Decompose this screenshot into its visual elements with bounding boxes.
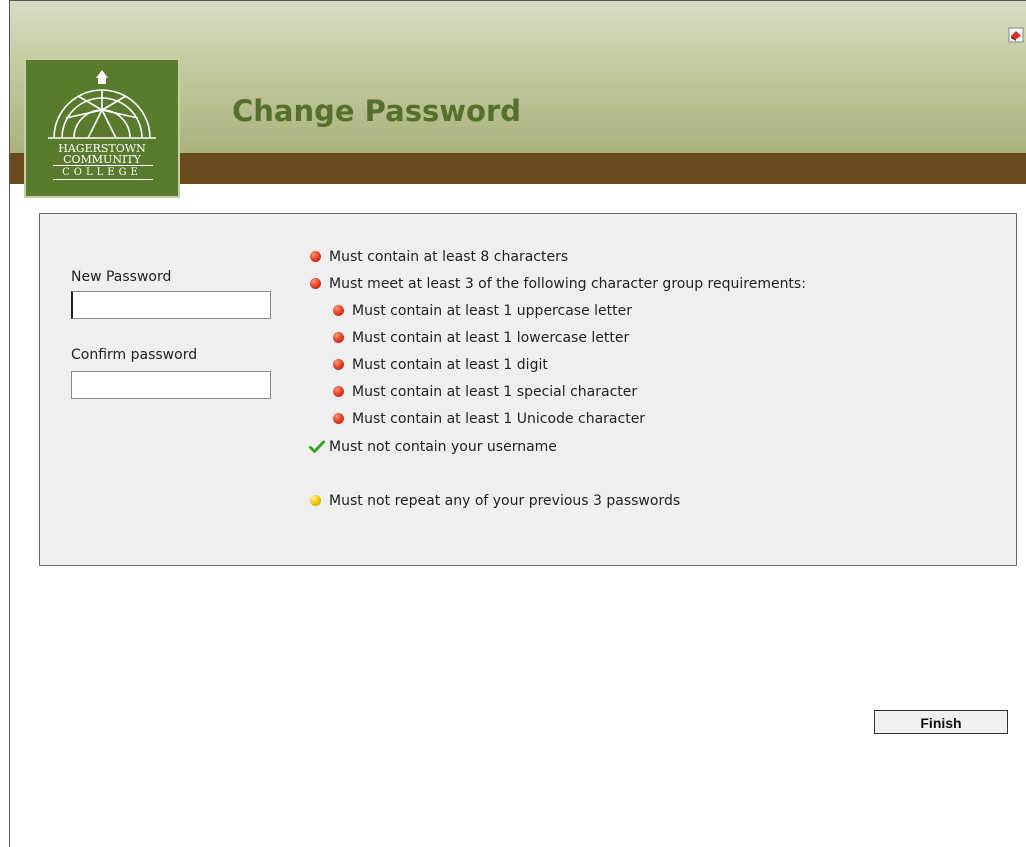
red-status-dot-icon xyxy=(309,247,325,267)
page-title: Change Password xyxy=(232,94,522,128)
requirement-item: Must not contain your username xyxy=(309,437,557,457)
finish-button[interactable]: Finish xyxy=(874,710,1008,734)
requirement-item: Must contain at least 1 special characte… xyxy=(332,382,637,402)
red-status-dot-icon xyxy=(332,382,348,402)
requirement-text: Must contain at least 1 special characte… xyxy=(352,384,638,400)
college-logo: HAGERSTOWN COMMUNITY COLLEGE xyxy=(24,58,180,198)
requirement-text: Must not contain your username xyxy=(329,439,557,455)
logo-text-line3: COLLEGE xyxy=(62,167,142,178)
requirement-text: Must contain at least 8 characters xyxy=(329,249,569,265)
password-panel: New Password Confirm password Must conta… xyxy=(39,213,1017,566)
red-status-dot-icon xyxy=(332,409,348,429)
new-password-label: New Password xyxy=(71,269,172,285)
check-icon xyxy=(309,437,325,457)
requirement-text: Must contain at least 1 lowercase letter xyxy=(352,330,630,346)
red-status-dot-icon xyxy=(309,274,325,294)
requirement-item: Must contain at least 1 digit xyxy=(332,355,548,375)
requirement-item: Must contain at least 1 lowercase letter xyxy=(332,328,629,348)
requirement-text: Must not repeat any of your previous 3 p… xyxy=(329,493,681,509)
requirement-text: Must contain at least 1 uppercase letter xyxy=(352,303,632,319)
requirement-text: Must contain at least 1 Unicode characte… xyxy=(352,411,646,427)
logo-rule xyxy=(53,165,153,166)
requirement-item: Must not repeat any of your previous 3 p… xyxy=(309,491,680,511)
requirement-item: Must contain at least 1 uppercase letter xyxy=(332,301,632,321)
logo-rule xyxy=(53,179,153,180)
logo-text-line2: COMMUNITY xyxy=(63,153,141,166)
help-book-icon[interactable] xyxy=(1008,27,1024,43)
red-status-dot-icon xyxy=(332,301,348,321)
confirm-password-input[interactable] xyxy=(71,371,271,399)
page-frame: HAGERSTOWN COMMUNITY COLLEGE Change Pass… xyxy=(9,0,1026,847)
requirement-item: Must contain at least 1 Unicode characte… xyxy=(332,409,645,429)
red-status-dot-icon xyxy=(332,355,348,375)
requirement-item: Must contain at least 8 characters xyxy=(309,247,568,267)
requirement-text: Must contain at least 1 digit xyxy=(352,357,548,373)
requirement-text: Must meet at least 3 of the following ch… xyxy=(329,276,806,292)
new-password-input[interactable] xyxy=(71,291,271,319)
yellow-status-dot-icon xyxy=(309,491,325,511)
confirm-password-label: Confirm password xyxy=(71,347,198,363)
red-status-dot-icon xyxy=(332,328,348,348)
requirement-item: Must meet at least 3 of the following ch… xyxy=(309,274,806,294)
